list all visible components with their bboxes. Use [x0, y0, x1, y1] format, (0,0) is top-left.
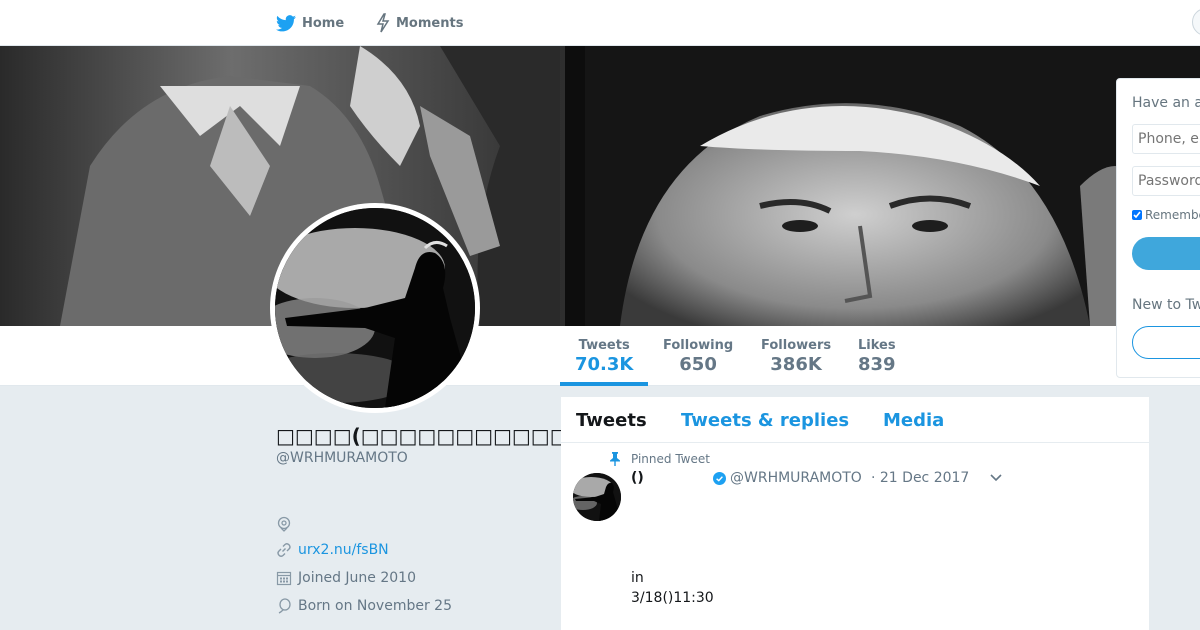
remember-me-label: Remember me — [1145, 208, 1200, 222]
stat-followers-label: Followers — [761, 338, 832, 353]
birthday-row: Born on November 25 — [276, 598, 452, 614]
pinned-tweet-label: Pinned Tweet — [610, 452, 710, 466]
calendar-icon — [276, 570, 292, 586]
stat-tweets-label: Tweets — [578, 338, 630, 353]
tweet-verified-badge-icon — [713, 472, 726, 485]
stat-tweets-value: 70.3K — [575, 354, 634, 375]
birthday-text: Born on November 25 — [298, 598, 452, 614]
tweet-author-avatar[interactable] — [573, 473, 621, 521]
profile-name-text: □□□□(□□□□□□□□□□□) — [276, 424, 578, 448]
password-input[interactable] — [1132, 166, 1200, 196]
stat-followers-value: 386K — [770, 354, 822, 375]
stat-followers[interactable]: Followers 386K — [761, 338, 831, 375]
tweet-text-line-2: 3/18()11:30 — [631, 590, 714, 606]
profile-handle[interactable]: @WRHMURAMOTO — [276, 450, 408, 466]
tweet-text-line-1: in — [631, 570, 644, 586]
tweet-timeline: Tweets Tweets & replies Media Pinned Twe… — [561, 397, 1149, 630]
link-icon — [276, 542, 292, 558]
tweet-header: () @WRHMURAMOTO · 21 Dec 2017 — [631, 470, 1011, 486]
new-to-twitter-text: New to Twitter? — [1132, 297, 1200, 313]
profile-header-image — [0, 46, 1200, 326]
balloon-icon — [276, 598, 292, 614]
tweet-menu-chevron-down-icon[interactable] — [989, 473, 1003, 483]
tab-tweets-and-replies[interactable]: Tweets & replies — [681, 410, 849, 431]
nav-moments-label: Moments — [396, 15, 464, 31]
nav-moments[interactable]: Moments — [376, 0, 463, 46]
joined-date-text: Joined June 2010 — [298, 570, 416, 586]
nav-home[interactable]: Home — [276, 0, 344, 46]
login-button[interactable] — [1132, 237, 1200, 270]
top-navigation-bar: Home Moments — [0, 0, 1200, 46]
remember-me-checkbox[interactable] — [1132, 210, 1142, 220]
login-title: Have an account? — [1132, 95, 1200, 111]
tab-media[interactable]: Media — [883, 410, 944, 431]
profile-avatar[interactable] — [270, 203, 480, 413]
lightning-icon — [376, 13, 390, 33]
joined-row: Joined June 2010 — [276, 570, 416, 586]
signup-button[interactable] — [1132, 326, 1200, 359]
location-row — [276, 516, 298, 532]
active-stat-underline — [560, 382, 648, 386]
twitter-bird-icon — [276, 14, 296, 32]
profile-website-link[interactable]: urx2.nu/fsBN — [298, 542, 389, 558]
profile-name[interactable]: □□□□(□□□□□□□□□□□) — [276, 424, 602, 448]
stat-following-label: Following — [663, 338, 734, 353]
tweet-author-handle[interactable]: @WRHMURAMOTO — [730, 470, 862, 486]
phone-email-username-input[interactable] — [1132, 124, 1200, 154]
login-panel: Have an account? Remember me New to Twit… — [1116, 78, 1200, 378]
nav-home-label: Home — [302, 15, 345, 31]
tab-tweets[interactable]: Tweets — [576, 410, 647, 431]
stat-likes-value: 839 — [858, 354, 896, 375]
account-avatar-icon[interactable] — [1192, 8, 1200, 36]
stat-following-value: 650 — [679, 354, 717, 375]
tweet-author-name[interactable]: () — [631, 470, 644, 486]
tweet-timestamp[interactable]: · 21 Dec 2017 — [871, 470, 969, 486]
website-row: urx2.nu/fsBN — [276, 542, 389, 558]
timeline-tabs: Tweets Tweets & replies Media — [561, 397, 1149, 443]
remember-me-row: Remember me — [1132, 208, 1200, 222]
pinned-tweet-text: Pinned Tweet — [631, 452, 710, 466]
profile-stats-bar: Tweets 70.3K Following 650 Followers 386… — [0, 326, 1200, 386]
stat-following[interactable]: Following 650 — [663, 338, 733, 375]
stat-likes[interactable]: Likes 839 — [858, 338, 896, 375]
location-pin-icon — [276, 516, 292, 532]
stat-tweets[interactable]: Tweets 70.3K — [575, 338, 633, 375]
stat-likes-label: Likes — [858, 338, 896, 353]
pin-icon — [609, 452, 621, 466]
